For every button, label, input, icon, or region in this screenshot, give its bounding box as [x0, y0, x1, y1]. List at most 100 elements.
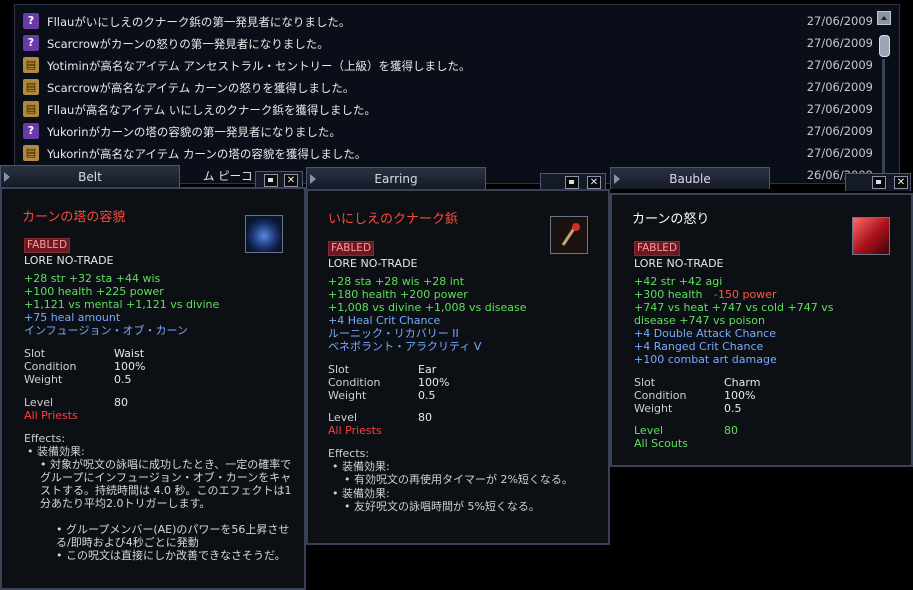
belt-window: Belt ✕ カーンの塔の容貌 FABLED LORE NO-TRADE +28… [0, 165, 306, 590]
level-label: Level [634, 424, 664, 437]
effect-text: • 対象が呪文の詠唱に成功したとき、一定の確率でグループにインフュージョン・オブ… [40, 458, 292, 510]
effect-text: • グループメンバー(AE)のパワーを56上昇させる/即時および4秒ごとに発動 [56, 523, 290, 549]
level-value: 80 [724, 424, 738, 437]
fabled-badge: FABLED [634, 241, 681, 256]
window-title[interactable]: Earring [306, 167, 486, 189]
lore-flags: LORE NO-TRADE [24, 254, 114, 267]
chat-date: 27/06/2009 [806, 58, 873, 72]
effect-text: • 友好呪文の詠唱時間が 5%短くなる。 [344, 500, 540, 513]
chat-date: 27/06/2009 [806, 14, 873, 28]
effects-label: Effects: [24, 432, 66, 445]
weight-label: Weight [634, 402, 673, 415]
slot-value: Waist [114, 347, 145, 360]
chat-row: ? Fllauがいにしえのクナーク鋲の第一発見者になりました。 27/06/20… [23, 11, 873, 31]
effects-label: Effects: [328, 447, 370, 460]
bauble-tooltip: カーンの怒り FABLED LORE NO-TRADE +42 str +42 … [610, 193, 913, 467]
chat-text: Yotiminが高名なアイテム アンセストラル・セントリー（上級）を獲得しました… [47, 59, 471, 73]
stat-line: +28 str +32 sta +44 wis [24, 272, 161, 285]
slot-label: Slot [24, 347, 46, 360]
effect-heading: • 装備効果: [332, 487, 390, 500]
window-title[interactable]: Bauble [610, 167, 770, 189]
level-label: Level [24, 396, 54, 409]
window-controls: ✕ [845, 173, 911, 191]
weight-value: 0.5 [418, 389, 436, 402]
scroll-thumb[interactable] [879, 35, 890, 57]
chat-text: Fllauがいにしえのクナーク鋲の第一発見者になりました。 [47, 15, 351, 29]
belt-tooltip: カーンの塔の容貌 FABLED LORE NO-TRADE +28 str +3… [0, 187, 306, 590]
chat-row: ▤ Yukorinが高名なアイテム カーンの塔の容貌を獲得しました。 27/06… [23, 143, 873, 163]
scroll-track[interactable] [882, 59, 885, 176]
stat-line: +1,121 vs mental +1,121 vs divine [24, 298, 220, 311]
weight-value: 0.5 [724, 402, 742, 415]
earring-graphic [561, 223, 580, 246]
minimize-button[interactable] [264, 174, 278, 187]
close-button[interactable]: ✕ [284, 174, 298, 187]
fabled-badge: FABLED [328, 241, 375, 256]
slot-label: Slot [634, 376, 656, 389]
quest-icon: ? [23, 35, 39, 51]
stat-line: +42 str +42 agi [634, 275, 723, 288]
window-title[interactable]: Belt [0, 165, 180, 187]
level-value: 80 [114, 396, 128, 409]
stat-penalty: -150 power [714, 288, 777, 301]
chat-date: 27/06/2009 [806, 36, 873, 50]
book-icon: ▤ [23, 101, 39, 117]
earring-window: Earring ✕ いにしえのクナーク鋲 FABLED LORE NO-TRAD… [306, 167, 610, 545]
stat-line: +100 combat art damage [634, 353, 777, 366]
earring-tooltip: いにしえのクナーク鋲 FABLED LORE NO-TRADE +28 sta … [306, 189, 610, 545]
slot-value: Charm [724, 376, 761, 389]
class-restriction: All Scouts [634, 437, 688, 450]
effect-heading: • 装備効果: [27, 445, 85, 458]
stat-line: +4 Double Attack Chance [634, 327, 776, 340]
slot-value: Ear [418, 363, 437, 376]
condition-label: Condition [328, 376, 381, 389]
condition-label: Condition [634, 389, 687, 402]
item-name: いにしえのクナーク鋲 [328, 212, 459, 227]
bauble-item-icon [852, 217, 890, 255]
chat-date: 27/06/2009 [806, 102, 873, 116]
quest-icon: ? [23, 13, 39, 29]
chat-row: ? Yukorinがカーンの塔の容貌の第一発見者になりました。 27/06/20… [23, 121, 873, 141]
stat-line: +300 health [634, 288, 703, 301]
spell-name: ルーニック・リカバリー II [328, 327, 459, 340]
minimize-button[interactable] [565, 176, 579, 189]
close-button[interactable]: ✕ [587, 176, 601, 189]
slot-label: Slot [328, 363, 350, 376]
level-value: 80 [418, 411, 432, 424]
quest-icon: ? [23, 123, 39, 139]
chat-row: ▤ Scarcrowが高名なアイテム カーンの怒りを獲得しました。 27/06/… [23, 77, 873, 97]
bauble-window: Bauble ✕ カーンの怒り FABLED LORE NO-TRADE +42… [610, 167, 913, 467]
belt-item-icon [245, 215, 283, 253]
stat-line: +28 sta +28 wis +28 int [328, 275, 465, 288]
earring-item-icon [550, 216, 588, 254]
item-name: カーンの塔の容貌 [22, 210, 126, 225]
book-icon: ▤ [23, 57, 39, 73]
chat-scrollbar[interactable] [877, 11, 891, 176]
effect-text: • 有効呪文の再使用タイマーが 2%短くなる。 [344, 473, 573, 486]
chat-date: 27/06/2009 [806, 80, 873, 94]
chat-row: ? Scarcrowがカーンの怒りの第一発見者になりました。 27/06/200… [23, 33, 873, 53]
spell-name: ベネボラント・アラクリティ V [328, 340, 482, 353]
weight-value: 0.5 [114, 373, 132, 386]
chat-row: ▤ Yotiminが高名なアイテム アンセストラル・セントリー（上級）を獲得しま… [23, 55, 873, 75]
stat-line: +100 health +225 power [24, 285, 164, 298]
weight-label: Weight [328, 389, 367, 402]
lore-flags: LORE NO-TRADE [634, 257, 724, 270]
close-button[interactable]: ✕ [894, 176, 908, 189]
book-icon: ▤ [23, 79, 39, 95]
weight-label: Weight [24, 373, 63, 386]
condition-value: 100% [724, 389, 756, 402]
chat-text: Fllauが高名なアイテム いにしえのクナーク鋲を獲得しました。 [47, 103, 376, 117]
stat-line: +180 health +200 power [328, 288, 468, 301]
stat-line: +75 heal amount [24, 311, 121, 324]
minimize-button[interactable] [872, 176, 886, 189]
chat-text: Scarcrowがカーンの怒りの第一発見者になりました。 [47, 37, 329, 51]
condition-label: Condition [24, 360, 77, 373]
effect-heading: • 装備効果: [332, 460, 390, 473]
level-label: Level [328, 411, 358, 424]
scroll-up-button[interactable] [877, 11, 891, 25]
item-name: カーンの怒り [632, 212, 710, 227]
stat-line: +1,008 vs divine +1,008 vs disease [328, 301, 527, 314]
chat-date: 27/06/2009 [806, 146, 873, 160]
effect-text: • この呪文は直接にしか改善できなさそうだ。 [56, 549, 286, 562]
